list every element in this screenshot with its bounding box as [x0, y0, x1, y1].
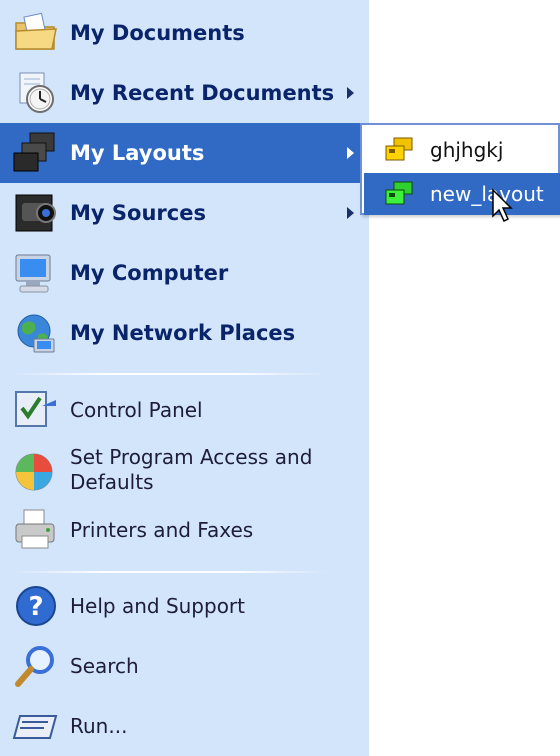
layouts-submenu: ghjhgkj new_layout [360, 123, 560, 215]
menu-item-label: My Network Places [70, 321, 296, 345]
menu-item-control-panel[interactable]: Control Panel [0, 380, 369, 440]
folder-documents-icon [15, 12, 57, 50]
menu-item-label: My Computer [70, 261, 229, 285]
menu-item-label: Help and Support [70, 594, 245, 618]
submenu-arrow-icon [347, 207, 354, 219]
menu-item-label: My Layouts [70, 141, 205, 165]
menu-item-my-recent-documents[interactable]: My Recent Documents [0, 63, 369, 123]
run-icon [12, 715, 58, 739]
submenu-arrow-icon [347, 87, 354, 99]
menu-item-run[interactable]: Run... [0, 696, 369, 756]
submenu-item-ghjhgkj[interactable]: ghjhgkj [364, 129, 560, 171]
menu-item-search[interactable]: Search [0, 636, 369, 696]
network-places-icon [17, 314, 55, 353]
mouse-pointer-icon [492, 188, 513, 223]
menu-item-my-layouts[interactable]: My Layouts [0, 123, 369, 183]
submenu-item-label: new_layout [430, 182, 544, 206]
menu-item-my-sources[interactable]: My Sources [0, 183, 369, 243]
submenu-item-new-layout[interactable]: new_layout [364, 173, 560, 215]
menu-item-label: My Sources [70, 201, 206, 225]
menu-separator [12, 571, 327, 573]
menu-item-label: My Documents [70, 21, 245, 45]
menu-item-my-computer[interactable]: My Computer [0, 243, 369, 303]
menu-item-label: My Recent Documents [70, 81, 335, 105]
computer-icon [15, 254, 51, 293]
layouts-icon [13, 132, 55, 172]
menu-item-printers-and-faxes[interactable]: Printers and Faxes [0, 500, 369, 560]
menu-item-set-program-access[interactable]: Set Program Access and Defaults [0, 440, 369, 500]
submenu-item-label: ghjhgkj [430, 138, 504, 162]
menu-item-label: Search [70, 654, 139, 678]
menu-item-label: Run... [70, 714, 128, 738]
camera-icon [15, 194, 56, 232]
layout-green-icon [385, 181, 413, 205]
search-icon [15, 646, 54, 687]
svg-text:?: ? [28, 592, 43, 622]
menu-item-label: Set Program Access and Defaults [70, 445, 313, 494]
program-access-icon [15, 453, 53, 491]
start-menu-right-pane: My Documents My Recent Documents My Layo… [0, 0, 369, 756]
menu-item-label: Printers and Faxes [70, 518, 254, 542]
menu-separator [12, 373, 327, 375]
submenu-arrow-icon [347, 147, 354, 159]
printer-icon [15, 509, 55, 549]
recent-documents-icon [19, 72, 54, 113]
help-icon: ? [16, 586, 56, 626]
menu-item-help-and-support[interactable]: ? Help and Support [0, 576, 369, 636]
layout-yellow-icon [385, 137, 413, 161]
menu-item-label: Control Panel [70, 398, 203, 422]
menu-item-my-network-places[interactable]: My Network Places [0, 303, 369, 363]
control-panel-icon [15, 391, 56, 427]
menu-item-my-documents[interactable]: My Documents [0, 3, 369, 63]
